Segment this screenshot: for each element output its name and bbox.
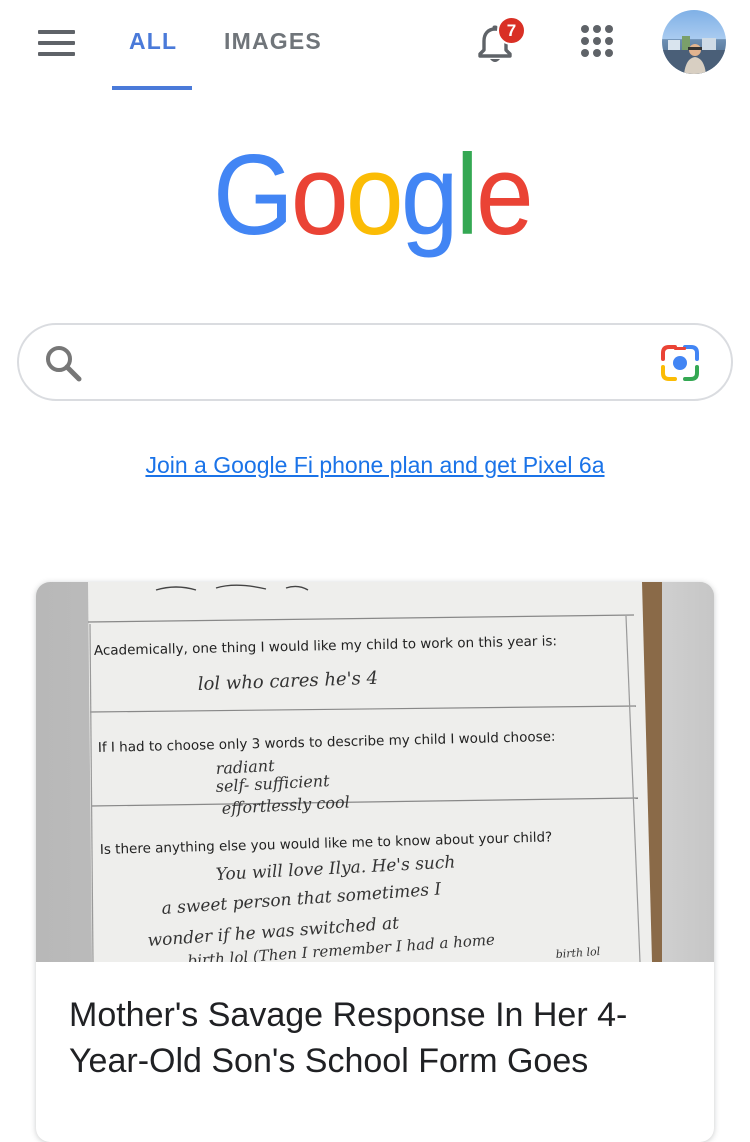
google-lens-icon[interactable] [659,343,701,383]
apps-grid-icon[interactable] [580,24,614,58]
tab-images[interactable]: IMAGES [224,28,322,55]
news-card[interactable]: Academically, one thing I would like my … [36,582,714,1142]
logo-letter: G [213,142,291,259]
active-tab-indicator [112,86,192,90]
menu-icon[interactable] [38,30,75,56]
card-image[interactable]: Academically, one thing I would like my … [36,582,714,962]
search-input[interactable] [99,339,643,387]
logo-letter: o [346,142,401,259]
tab-all[interactable]: ALL [129,28,177,55]
logo-letter: g [401,142,456,259]
svg-text:Google: Google [213,142,531,259]
search-box[interactable] [17,323,733,401]
google-logo: Google [213,142,534,259]
logo-letter: o [291,142,346,259]
top-bar: ALL IMAGES 7 [0,0,750,90]
search-icon [46,346,82,382]
account-avatar[interactable] [662,10,726,74]
notification-badge: 7 [497,16,526,45]
card-title[interactable]: Mother's Savage Response In Her 4-Year-O… [69,992,684,1084]
avatar-photo [662,36,726,74]
promo-link[interactable]: Join a Google Fi phone plan and get Pixe… [0,452,750,479]
logo-letter: l [456,142,476,259]
logo-letter: e [476,142,531,259]
